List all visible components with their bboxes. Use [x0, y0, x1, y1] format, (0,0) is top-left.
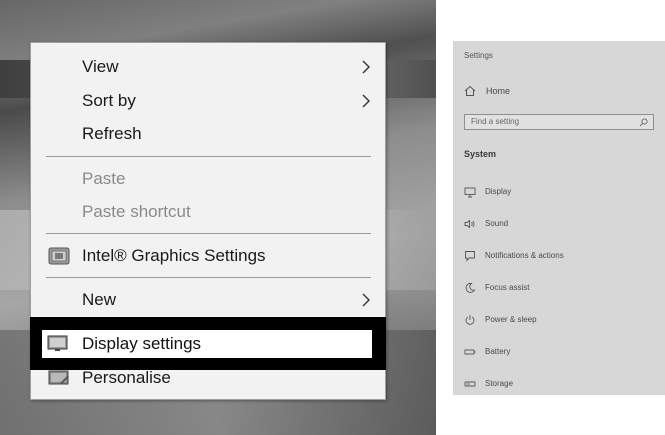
- battery-icon: [464, 349, 476, 355]
- menu-item-view[interactable]: View: [31, 51, 385, 83]
- menu-item-new[interactable]: New: [31, 284, 385, 316]
- settings-window: Settings Home Find a setting System Disp…: [453, 41, 665, 395]
- power-icon: [465, 315, 475, 325]
- menu-separator: [46, 277, 371, 278]
- settings-home-label: Home: [486, 86, 511, 96]
- menu-item-label: Sort by: [82, 91, 136, 110]
- menu-item-label: Refresh: [82, 124, 142, 143]
- search-icon: [639, 118, 648, 127]
- settings-nav-label: Display: [485, 187, 512, 196]
- settings-nav-storage[interactable]: Storage: [464, 378, 659, 390]
- chevron-right-icon: [362, 60, 370, 74]
- settings-nav-label: Notifications & actions: [485, 251, 564, 260]
- menu-separator: [46, 233, 371, 234]
- menu-item-label: View: [82, 57, 119, 76]
- monitor-icon: [464, 187, 476, 198]
- settings-nav-label: Power & sleep: [485, 315, 537, 324]
- menu-item-paste-shortcut[interactable]: Paste shortcut: [31, 196, 385, 228]
- menu-item-display-settings[interactable]: Display settings: [42, 330, 372, 358]
- settings-nav-display[interactable]: Display: [464, 186, 659, 198]
- settings-nav-focus-assist[interactable]: Focus assist: [464, 282, 659, 294]
- settings-title: Settings: [464, 51, 493, 60]
- settings-nav-label: Storage: [485, 379, 514, 388]
- settings-nav-label: Focus assist: [485, 283, 530, 292]
- home-icon: [464, 85, 476, 96]
- settings-nav-notifications[interactable]: Notifications & actions: [464, 250, 659, 262]
- settings-nav-power-sleep[interactable]: Power & sleep: [464, 314, 659, 326]
- menu-item-refresh[interactable]: Refresh: [31, 118, 385, 150]
- menu-item-sort-by[interactable]: Sort by: [31, 85, 385, 117]
- settings-nav-label: Battery: [485, 347, 511, 356]
- settings-section-title: System: [464, 149, 497, 159]
- chevron-right-icon: [362, 293, 370, 307]
- speaker-icon: [464, 219, 475, 229]
- menu-item-label: Paste: [82, 169, 126, 188]
- settings-nav-sound[interactable]: Sound: [464, 218, 659, 230]
- search-placeholder: Find a setting: [471, 117, 520, 126]
- storage-icon: [464, 381, 476, 387]
- display-icon: [47, 335, 68, 351]
- menu-item-paste[interactable]: Paste: [31, 163, 385, 195]
- chevron-right-icon: [362, 94, 370, 108]
- menu-item-intel-graphics-settings[interactable]: Intel® Graphics Settings: [31, 240, 385, 272]
- menu-item-label: Intel® Graphics Settings: [82, 246, 266, 265]
- settings-search-input[interactable]: Find a setting: [464, 114, 654, 130]
- notification-icon: [465, 251, 475, 262]
- menu-item-label: Display settings: [82, 334, 202, 353]
- personalise-icon: [48, 370, 69, 385]
- menu-item-label: Paste shortcut: [82, 202, 191, 221]
- menu-item-label: New: [82, 290, 117, 309]
- settings-nav-label: Sound: [485, 219, 509, 228]
- intel-graphics-icon: [48, 247, 70, 265]
- moon-icon: [465, 282, 476, 293]
- menu-separator: [46, 156, 371, 157]
- settings-nav-battery[interactable]: Battery: [464, 346, 659, 358]
